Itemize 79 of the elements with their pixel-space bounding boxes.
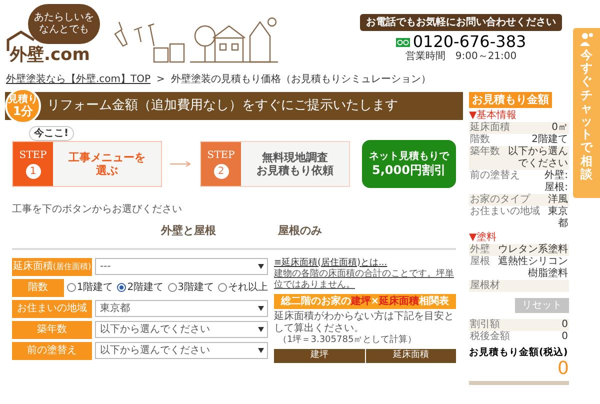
table-title-bar: 総二階のお家の建坪×延床面積相関表 bbox=[274, 294, 456, 308]
summary-value: 東京都 bbox=[547, 206, 568, 230]
one-minute-badge: 見積り 1分 bbox=[5, 88, 41, 124]
section-heading: ▼塗料 bbox=[469, 232, 498, 244]
step-label: STEP bbox=[207, 150, 235, 162]
step-text: 工事メニューを 選ぶ bbox=[68, 150, 146, 179]
summary-value: 0㎡ bbox=[552, 122, 568, 134]
radio-button[interactable] bbox=[66, 283, 76, 292]
total-label: お見積もり金額(税込) bbox=[469, 347, 569, 359]
summary-label: お家のタイプ bbox=[470, 194, 530, 206]
dropdown-arrow-icon bbox=[258, 348, 264, 353]
summary-label: 割引額 bbox=[470, 319, 500, 330]
menu-choice-button[interactable]: 屋根のみ bbox=[272, 221, 328, 242]
step-number: 1 bbox=[26, 164, 40, 178]
select-field[interactable]: 以下から選んでください bbox=[95, 321, 268, 338]
breadcrumb-current: 外壁塗装の見積もり価格（お見積もりシミュレーション） bbox=[170, 72, 431, 86]
form-label: お住まいの地域 bbox=[12, 300, 92, 318]
section-heading: ▼基本情報 bbox=[469, 110, 518, 122]
summary-value: ウレタン系塗料 bbox=[498, 244, 568, 256]
explanation-text: 延床面積がわからない方は下記を目安として算出ください。 bbox=[274, 310, 455, 334]
summary-label: 階数 bbox=[470, 134, 490, 146]
floor-area-note: 建物の各階の床面積の合計のことです。坪単位ではありません。 bbox=[274, 268, 455, 290]
step-text: 無料現地調査 お見積もり依頼 bbox=[256, 150, 334, 179]
select-field[interactable]: --- bbox=[95, 258, 268, 275]
floor-area-note-title: ≡延床面積(居住面積)とは... bbox=[274, 258, 388, 268]
logo-speech-bubble: あたらしいを なんとでも bbox=[28, 4, 100, 44]
summary-value: 洋風 bbox=[548, 194, 568, 206]
summary-label: 前の塗替え bbox=[470, 170, 520, 183]
step-label: STEP bbox=[19, 150, 47, 162]
summary-label: 税後金額 bbox=[470, 331, 510, 343]
dropdown-arrow-icon bbox=[258, 306, 264, 311]
summary-label: 延床面積 bbox=[470, 122, 510, 134]
summary-value: 以下から選んでください bbox=[507, 146, 568, 170]
floor-radio-option[interactable]: 3階建て bbox=[168, 280, 214, 295]
select-field[interactable]: 東京都 bbox=[95, 300, 268, 317]
table-header-cell: 延床面積 bbox=[364, 348, 456, 362]
summary-label: お住まいの地域 bbox=[470, 206, 540, 219]
radio-button[interactable] bbox=[218, 283, 227, 292]
form-label: 延床面積(居住面積) bbox=[12, 258, 92, 276]
floor-radio-option[interactable]: それ以上 bbox=[218, 280, 268, 295]
summary-label: 築年数 bbox=[470, 146, 500, 159]
radio-button[interactable] bbox=[168, 283, 177, 292]
floor-radio-option[interactable]: 2階建て bbox=[117, 280, 164, 295]
form-label: 築年数 bbox=[12, 320, 92, 338]
total-amount: 0 bbox=[558, 359, 569, 379]
summary-value: 外壁: bbox=[544, 170, 568, 182]
sidebar-title: お見積もり金額 bbox=[469, 92, 552, 108]
form-label: 前の塗替え bbox=[12, 342, 92, 360]
floor-radio-option[interactable]: 1階建て bbox=[66, 280, 114, 295]
summary-value: 0 bbox=[562, 331, 568, 343]
table-header-cell-text: 建坪 bbox=[309, 348, 330, 362]
chat-person-icon bbox=[580, 32, 594, 46]
summary-value: 屋根: bbox=[544, 182, 568, 194]
arrow-icon bbox=[170, 161, 192, 167]
business-hours: 営業時間 9:00～21:00 bbox=[405, 51, 517, 63]
summary-value: 0 bbox=[562, 319, 568, 331]
form-label: 階数 bbox=[12, 278, 64, 296]
breadcrumb-separator: > bbox=[156, 72, 165, 86]
summary-label: 屋根 bbox=[470, 256, 490, 269]
dropdown-arrow-icon bbox=[258, 264, 264, 269]
instruction-text: 工事を下のボタンからお選びください bbox=[12, 202, 183, 217]
phone-number: 0120-676-383 bbox=[412, 33, 526, 51]
menu-choice-button[interactable]: 外壁と屋根 bbox=[155, 221, 222, 242]
formula-text: （1坪＝3.305785㎡として計算） bbox=[278, 334, 418, 346]
summary-label: 屋根材 bbox=[470, 280, 500, 292]
summary-value: 遮熱性シリコン樹脂塗料 bbox=[497, 256, 568, 280]
logo-text: 外壁.com bbox=[10, 46, 90, 64]
discount-badge: ネット見積もりで 5,000円割引 bbox=[362, 140, 456, 188]
step-number: 2 bbox=[214, 164, 228, 178]
breadcrumb-link[interactable]: 外壁塗装なら【外壁.com】TOP bbox=[6, 72, 151, 86]
contact-tagline: お電話でもお気軽にお問い合わせください bbox=[360, 14, 562, 31]
dropdown-arrow-icon bbox=[258, 327, 264, 332]
current-step-bubble: 今ここ! bbox=[29, 126, 74, 141]
summary-value: 2階建て bbox=[532, 134, 568, 146]
select-field[interactable]: 以下から選んでください bbox=[95, 342, 268, 359]
summary-label: 外壁 bbox=[470, 244, 490, 256]
radio-button[interactable] bbox=[117, 283, 126, 292]
free-dial-icon bbox=[396, 38, 410, 46]
banner-title: リフォーム金額（追加費用なし）をすぐにご提示いたします bbox=[47, 97, 398, 116]
